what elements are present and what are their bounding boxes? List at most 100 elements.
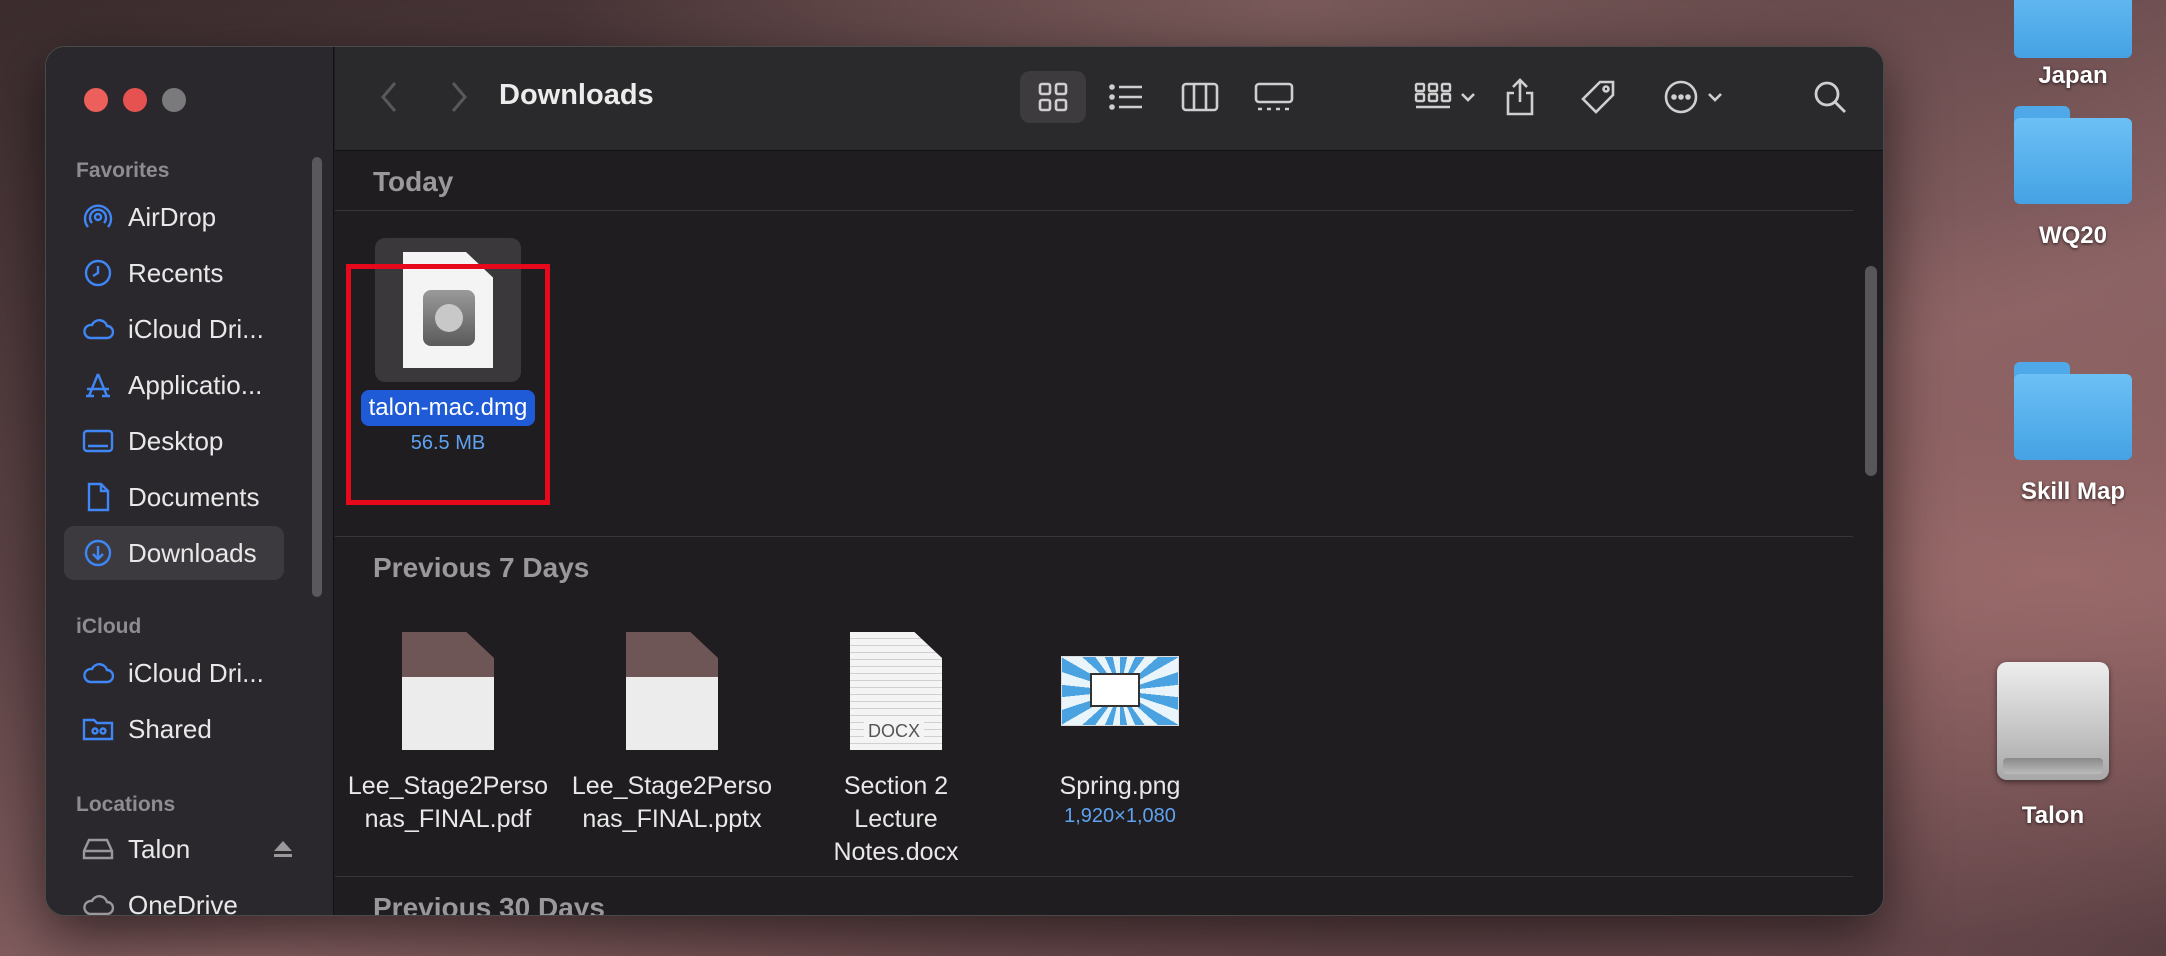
tag-icon	[1581, 80, 1615, 114]
pptx-thumbnail	[626, 632, 718, 750]
divider	[335, 876, 1853, 877]
sidebar-item-desktop[interactable]: Desktop	[64, 414, 284, 468]
ellipsis-circle-icon	[1664, 80, 1698, 114]
file-name: Section 2 Lecture Notes.docx	[833, 772, 959, 866]
group-header-today: Today	[373, 166, 454, 197]
forward-button[interactable]	[441, 71, 477, 123]
file-browser: Today talon-mac.dmg 56.5 MB Previous 7 D…	[335, 152, 1883, 915]
file-item-personas-pdf[interactable]: Lee_Stage2Personas_FINAL.pdf	[343, 632, 553, 836]
window-title: Downloads	[499, 79, 654, 111]
annotation-highlight-box	[346, 264, 550, 505]
share-button[interactable]	[1495, 71, 1545, 123]
sidebar-item-label: Shared	[128, 713, 212, 744]
sidebar-item-onedrive[interactable]: OneDrive	[64, 878, 284, 915]
search-icon	[1814, 81, 1846, 113]
desktop-folder-label: Skill Map	[2020, 478, 2126, 505]
sidebar-item-label: Recents	[128, 257, 224, 288]
sidebar-scrollbar[interactable]	[312, 157, 322, 597]
desktop-folder-label: Japan	[2038, 62, 2108, 89]
chevron-down-icon	[1708, 93, 1722, 102]
toolbar: Downloads	[335, 47, 1883, 151]
content-scrollbar[interactable]	[1865, 266, 1877, 476]
list-icon	[1109, 84, 1142, 110]
share-icon	[1506, 78, 1534, 116]
shared-folder-icon	[82, 713, 114, 745]
desktop-folder-wq20[interactable]: WQ20	[1993, 106, 2153, 250]
back-button[interactable]	[371, 71, 407, 123]
list-view-button[interactable]	[1093, 71, 1159, 123]
sidebar-item-shared[interactable]: Shared	[64, 702, 284, 756]
desktop-drive-talon[interactable]: Talon	[1973, 662, 2133, 830]
sidebar-item-icloud-drive-2[interactable]: iCloud Dri...	[64, 646, 284, 700]
sidebar-section-locations: Locations	[76, 793, 176, 816]
window-controls	[84, 88, 186, 112]
drive-icon	[1997, 662, 2109, 780]
finder-window: Favorites AirDrop Recents iCloud Dri... …	[45, 46, 1884, 916]
docx-thumbnail: DOCX	[850, 632, 942, 750]
sidebar-item-label: Documents	[128, 481, 260, 512]
sidebar-section-icloud: iCloud	[76, 615, 142, 638]
chevron-left-icon	[381, 82, 397, 112]
zoom-button[interactable]	[162, 88, 186, 112]
group-header-previous-7-days: Previous 7 Days	[373, 552, 590, 583]
file-name: Spring.png	[1059, 772, 1181, 800]
sidebar-item-label: Talon	[128, 833, 191, 864]
png-thumbnail-wrap	[1015, 632, 1225, 750]
chevron-right-icon	[451, 82, 467, 112]
sidebar-item-label: Downloads	[128, 537, 257, 568]
sidebar-item-talon[interactable]: Talon	[64, 822, 304, 876]
cloud-icon	[82, 313, 114, 345]
folder-icon	[2014, 0, 2132, 58]
chevron-down-icon	[1461, 93, 1475, 102]
file-name: Lee_Stage2Personas_FINAL.pptx	[571, 772, 773, 833]
desktop-drive-label: Talon	[2021, 802, 2085, 829]
divider	[335, 536, 1853, 537]
airdrop-icon	[82, 201, 114, 233]
sidebar-item-label: Applicatio...	[128, 369, 263, 400]
document-icon	[82, 481, 114, 513]
group-grid-icon	[1414, 82, 1452, 109]
tag-button[interactable]	[1573, 71, 1623, 123]
column-view-button[interactable]	[1167, 71, 1233, 123]
file-name: Lee_Stage2Personas_FINAL.pdf	[347, 772, 549, 833]
desktop-folder-label: WQ20	[2038, 222, 2107, 249]
columns-icon	[1181, 82, 1219, 112]
grid-icon	[1038, 82, 1068, 112]
group-header-previous-30-days: Previous 30 Days	[373, 892, 605, 916]
sidebar-item-airdrop[interactable]: AirDrop	[64, 190, 284, 244]
drive-icon	[82, 833, 114, 865]
desktop-folder-skill-map[interactable]: Skill Map	[1993, 362, 2153, 506]
sidebar-item-downloads[interactable]: Downloads	[64, 526, 284, 580]
sidebar: Favorites AirDrop Recents iCloud Dri... …	[46, 47, 334, 915]
search-button[interactable]	[1805, 71, 1855, 123]
sidebar-item-label: iCloud Dri...	[128, 657, 264, 688]
group-by-button[interactable]	[1405, 71, 1485, 123]
file-meta: 1,920×1,080	[1064, 805, 1176, 827]
download-icon	[82, 537, 114, 569]
folder-icon	[2014, 106, 2132, 204]
clock-icon	[82, 257, 114, 289]
sidebar-item-label: AirDrop	[128, 201, 217, 232]
file-item-lecture-notes-docx[interactable]: DOCX Section 2 Lecture Notes.docx	[791, 632, 1001, 869]
pdf-thumbnail	[402, 632, 494, 750]
sidebar-item-recents[interactable]: Recents	[64, 246, 284, 300]
file-item-personas-pptx[interactable]: Lee_Stage2Personas_FINAL.pptx	[567, 632, 777, 836]
applications-icon	[82, 369, 114, 401]
folder-icon	[2014, 362, 2132, 460]
gallery-icon	[1254, 82, 1294, 111]
file-item-spring-png[interactable]: Spring.png 1,920×1,080	[1015, 632, 1225, 829]
gallery-view-button[interactable]	[1241, 71, 1307, 123]
sidebar-item-applications[interactable]: Applicatio...	[64, 358, 284, 412]
more-actions-button[interactable]	[1653, 71, 1733, 123]
minimize-button[interactable]	[123, 88, 147, 112]
sidebar-section-favorites: Favorites	[76, 159, 170, 182]
cloud-icon	[82, 657, 114, 689]
sidebar-item-documents[interactable]: Documents	[64, 470, 284, 524]
desktop-folder-japan[interactable]: Japan	[1993, 0, 2153, 90]
file-type-badge: DOCX	[864, 721, 925, 742]
sidebar-item-icloud-drive[interactable]: iCloud Dri...	[64, 302, 284, 356]
close-button[interactable]	[84, 88, 108, 112]
image-thumbnail	[1061, 656, 1179, 726]
eject-icon[interactable]	[272, 839, 294, 859]
icon-view-button[interactable]	[1020, 71, 1086, 123]
